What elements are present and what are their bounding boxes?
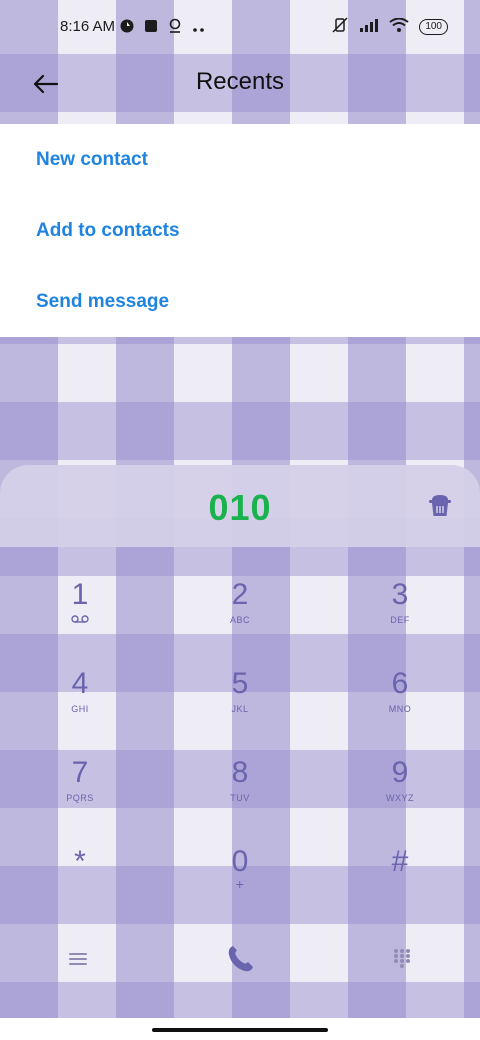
key-digit: 3	[391, 578, 409, 611]
dialer-actions	[0, 930, 480, 990]
notification-square-icon	[144, 19, 158, 37]
voicemail-icon	[25, 615, 135, 626]
key-digit: 7	[71, 756, 89, 789]
key-letters: TUV	[230, 793, 250, 803]
header: Recents	[0, 56, 480, 124]
key-letters: MNO	[388, 704, 412, 714]
page-title: Recents	[195, 68, 285, 95]
key-digit: 9	[391, 756, 409, 789]
key-7[interactable]: 7 PQRS	[25, 725, 135, 805]
trash-icon	[429, 495, 451, 516]
key-9[interactable]: 9 WXYZ	[345, 725, 455, 805]
battery-icon: 100	[419, 19, 448, 35]
key-letters: +	[235, 876, 245, 892]
key-digit: 4	[71, 667, 89, 700]
send-message-item[interactable]: Send message	[36, 291, 169, 313]
key-digit: 1	[71, 578, 89, 611]
key-digit: *	[74, 845, 86, 878]
more-notifications-icon	[192, 20, 206, 37]
key-digit: 5	[231, 667, 249, 700]
key-6[interactable]: 6 MNO	[345, 636, 455, 716]
key-digit: 8	[231, 756, 249, 789]
key-5[interactable]: 5 JKL	[185, 636, 295, 716]
key-letters: ABC	[229, 615, 250, 625]
key-digit: 6	[391, 667, 409, 700]
status-time: 8:16 AM	[60, 18, 116, 35]
home-indicator[interactable]	[152, 1028, 328, 1032]
dialer-panel: 010 1 2 ABC 3 DEF 4 GHI 5 JKL 6 MNO 7 PQ…	[0, 465, 480, 1040]
notification-app-icon	[120, 19, 134, 37]
status-left-icons	[120, 18, 206, 38]
keypad: 1 2 ABC 3 DEF 4 GHI 5 JKL 6 MNO 7 PQRS 8…	[0, 547, 480, 907]
status-bar: 8:16 AM 100	[0, 0, 480, 56]
contact-actions-menu: New contact Add to contacts Send message	[0, 124, 480, 337]
delete-button[interactable]	[426, 491, 454, 519]
key-digit: 2	[231, 578, 249, 611]
key-letters: GHI	[71, 704, 89, 714]
key-8[interactable]: 8 TUV	[185, 725, 295, 805]
key-4[interactable]: 4 GHI	[25, 636, 135, 716]
phone-icon	[228, 946, 253, 972]
notification-location-icon	[168, 18, 182, 38]
vibrate-off-icon	[331, 17, 349, 37]
navigation-bar	[0, 1018, 480, 1040]
key-letters: PQRS	[66, 793, 94, 803]
wifi-icon	[389, 17, 409, 36]
key-letters: WXYZ	[386, 793, 414, 803]
status-right-icons: 100	[331, 17, 448, 37]
key-3[interactable]: 3 DEF	[345, 547, 455, 627]
key-0[interactable]: 0 +	[185, 814, 295, 894]
key-1[interactable]: 1	[25, 547, 135, 627]
key-2[interactable]: 2 ABC	[185, 547, 295, 627]
key-letters: DEF	[390, 615, 410, 625]
key-digit: #	[391, 845, 409, 878]
call-button[interactable]	[224, 943, 256, 975]
dialpad-toggle-icon[interactable]	[392, 948, 412, 968]
dialed-number: 010	[208, 487, 272, 528]
signal-icon	[359, 18, 379, 36]
menu-icon[interactable]	[68, 949, 88, 969]
key-digit: 0	[231, 845, 249, 878]
key-hash[interactable]: #	[345, 814, 455, 894]
new-contact-item[interactable]: New contact	[36, 149, 148, 171]
add-to-contacts-item[interactable]: Add to contacts	[36, 220, 180, 242]
number-display: 010	[0, 465, 480, 547]
key-letters: JKL	[231, 704, 249, 714]
key-star[interactable]: *	[25, 814, 135, 894]
